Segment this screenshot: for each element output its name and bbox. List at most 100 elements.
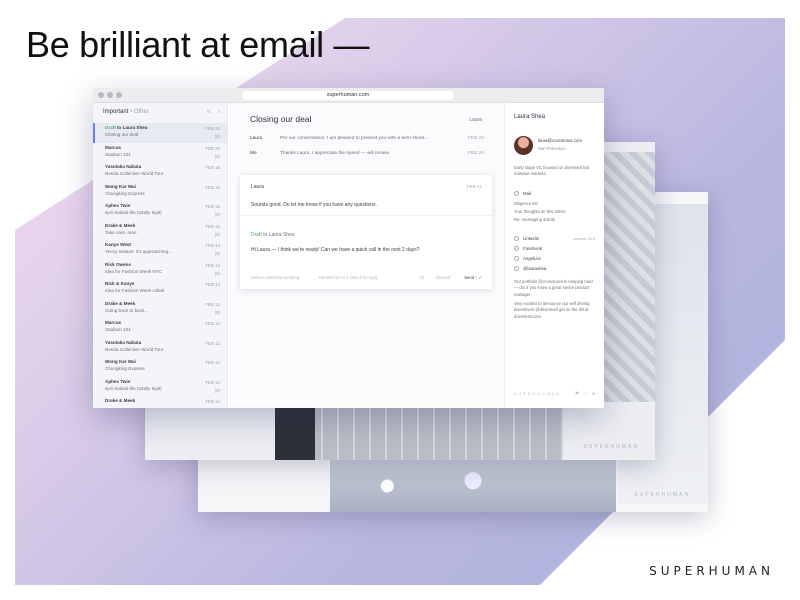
sender-name: Drake & Meek xyxy=(105,398,136,403)
draft-label: Draft xyxy=(251,232,262,238)
draft-body[interactable]: Hi Laura — I think we're ready! Can we h… xyxy=(251,247,420,253)
sender-name: Rick & Kanye xyxy=(105,281,135,286)
mail-item[interactable]: Your thoughts on this article xyxy=(514,209,598,215)
snow-photo xyxy=(330,460,616,512)
item-date: FEB 18 xyxy=(205,165,220,170)
social-angellist[interactable]: AngelList xyxy=(514,256,541,261)
header-separator: • xyxy=(130,109,133,115)
linkedin-connect[interactable]: connect XXX xyxy=(573,237,595,241)
item-sender: Kanye West xyxy=(105,242,217,247)
social-linkedin[interactable]: LinkedIn xyxy=(514,236,539,241)
sender-name: Yasutaka Nakata xyxy=(105,339,142,345)
headline: Be brilliant at email — xyxy=(26,24,370,65)
list-item[interactable]: Marcus Stadium 101 FEB 20 (8) xyxy=(93,143,227,163)
social-twitter[interactable]: @laurashea xyxy=(514,266,546,271)
message-snippet: Per our conversation, I am pleased to pr… xyxy=(280,136,428,141)
contact-pane: Laura Shea laura@ccventures.com San Fran… xyxy=(504,103,604,408)
message-row[interactable]: Me Thanks Laura, I appreciate the speed … xyxy=(250,151,484,161)
keyboard-icon[interactable]: ▭ xyxy=(583,391,588,397)
item-count: (8) xyxy=(214,231,220,237)
tweet: Very excited to announce our self drivin… xyxy=(514,301,590,319)
discard-button[interactable]: Discard xyxy=(436,275,450,280)
draft-header: Draft to Laura Shea xyxy=(251,232,295,238)
minimize-dot[interactable] xyxy=(107,92,113,98)
social-facebook[interactable]: Facebook xyxy=(514,246,542,251)
settings-icon[interactable]: ● xyxy=(592,391,595,397)
tab-other[interactable]: Other xyxy=(134,109,149,115)
list-item[interactable]: Rick Owens Idea for Fashion Week NYC FEB 1… xyxy=(93,260,227,280)
thread-pane: Closing our deal Laura Laura Per our con… xyxy=(229,103,504,408)
list-item[interactable]: Kanye West Yeezy season: it's approaching… xyxy=(93,240,227,260)
list-item[interactable]: Yasutaka Nakata Nenda Collection World To… xyxy=(93,338,227,358)
attach-option[interactable]: Clt xyxy=(419,275,424,280)
sender-name: Marcus xyxy=(105,144,122,150)
item-date: FEB 20 xyxy=(205,126,220,131)
list-item[interactable]: Draft to Laura Shea Closing our deal FEB 2… xyxy=(93,123,227,143)
conversation-items: Draft to Laura Shea Closing our deal FEB 2… xyxy=(93,123,227,408)
send-button[interactable]: Send ↑ ✓ xyxy=(464,275,482,280)
window-controls xyxy=(98,92,122,98)
draft-label: Draft xyxy=(105,125,116,130)
mail-item[interactable]: Re: messaging & bots xyxy=(514,217,598,223)
item-sender: Yasutaka Nakata xyxy=(105,164,217,169)
brand-wordmark: SUPERHUMAN xyxy=(649,564,774,578)
list-item[interactable]: Drake & Meek Going back to back... FEB 12 (… xyxy=(93,299,227,319)
social-label: Facebook xyxy=(523,246,542,251)
item-sender: Rick Owens xyxy=(105,262,217,267)
item-sender: Drake & Meek xyxy=(105,301,217,306)
message-row[interactable]: Laura Per our conversation, I am pleased… xyxy=(250,136,484,146)
deliver-later-option[interactable]: Deliver tomorrow morning xyxy=(251,275,299,280)
linkedin-icon xyxy=(514,236,519,241)
flag-icon[interactable]: ⚑ xyxy=(575,391,579,397)
search-icon[interactable]: ⌕ xyxy=(218,109,221,116)
back-window-label: SUPERHUMAN xyxy=(583,444,639,450)
message-date: FEB 20 xyxy=(468,151,484,156)
remind-me-option[interactable]: Remind me in 3 days if no reply xyxy=(319,275,378,280)
compose-icon[interactable]: ✎ xyxy=(207,109,212,116)
list-item[interactable]: Yasutaka Nakata Nenda Collection World To… xyxy=(93,162,227,182)
list-item[interactable]: Wong Kar Wai Chungking Express FEB 12 xyxy=(93,357,227,377)
item-subject: syro leaked file (totally legit) xyxy=(105,210,162,215)
main-app-window: superhuman.com Important • Other ✎ ⌕ Dra… xyxy=(93,88,604,408)
item-count: (8) xyxy=(214,309,220,315)
list-header-icons: ✎ ⌕ xyxy=(207,109,221,116)
item-sender: Marcus xyxy=(105,320,217,325)
sender-name: Marcus xyxy=(105,320,122,325)
divider xyxy=(240,215,492,216)
list-item[interactable]: Aphex Twin syro leaked file (totally legi… xyxy=(93,377,227,397)
list-item[interactable]: Rick & Kanye Idea for Fashion Week collab… xyxy=(93,279,227,299)
item-date: FEB 12 xyxy=(205,321,220,326)
item-subject: Stadium 101 xyxy=(105,151,131,157)
maximize-dot[interactable] xyxy=(116,92,122,98)
item-sender: Draft to Laura Shea xyxy=(105,125,217,130)
list-item[interactable]: Drake & Meek FEB 12 xyxy=(93,396,227,408)
message-snippet: Thanks Laura, I appreciate the speed — w… xyxy=(280,151,390,156)
list-item[interactable]: Marcus Stadium 101 FEB 12 xyxy=(93,318,227,338)
sender-name: Yasutaka Nakata xyxy=(105,164,142,169)
list-item[interactable]: Wong Kar Wai Chungking Express FEB 15 xyxy=(93,182,227,202)
sender-name: to Laura Shea xyxy=(117,125,148,130)
mail-item[interactable]: Diligence list xyxy=(514,201,598,207)
item-subject: Take care, man xyxy=(105,229,137,235)
item-subject: syro leaked file (totally legit) xyxy=(105,385,162,391)
tab-important[interactable]: Important xyxy=(103,109,128,115)
item-count: (8) xyxy=(214,387,220,393)
angellist-icon xyxy=(514,256,519,261)
contact-bio: Early stage VC focused on dominant but m… xyxy=(514,165,589,177)
close-dot[interactable] xyxy=(98,92,104,98)
mail-label: Mail xyxy=(523,191,531,196)
twitter-icon xyxy=(514,266,519,271)
item-subject: Chungking Express xyxy=(105,190,145,196)
item-subject: Nenda Collection World Tour xyxy=(105,171,164,176)
open-message-sender: Laura xyxy=(251,184,264,190)
item-sender: Drake & Meek xyxy=(105,223,217,228)
list-item[interactable]: Drake & Meek Take care, man FEB 15 (8) xyxy=(93,221,227,241)
contact-email[interactable]: laura@ccventures.com xyxy=(538,138,582,143)
sender-name: Rick Owens xyxy=(105,261,132,267)
item-sender: Aphex Twin xyxy=(105,203,217,208)
list-item[interactable]: Aphex Twin syro leaked file (totally legi… xyxy=(93,201,227,221)
item-subject: Going back to back... xyxy=(105,307,149,313)
sender-name: Wong Kar Wai xyxy=(105,183,136,189)
mail-icon xyxy=(514,191,519,196)
url-bar[interactable]: superhuman.com xyxy=(243,91,453,100)
